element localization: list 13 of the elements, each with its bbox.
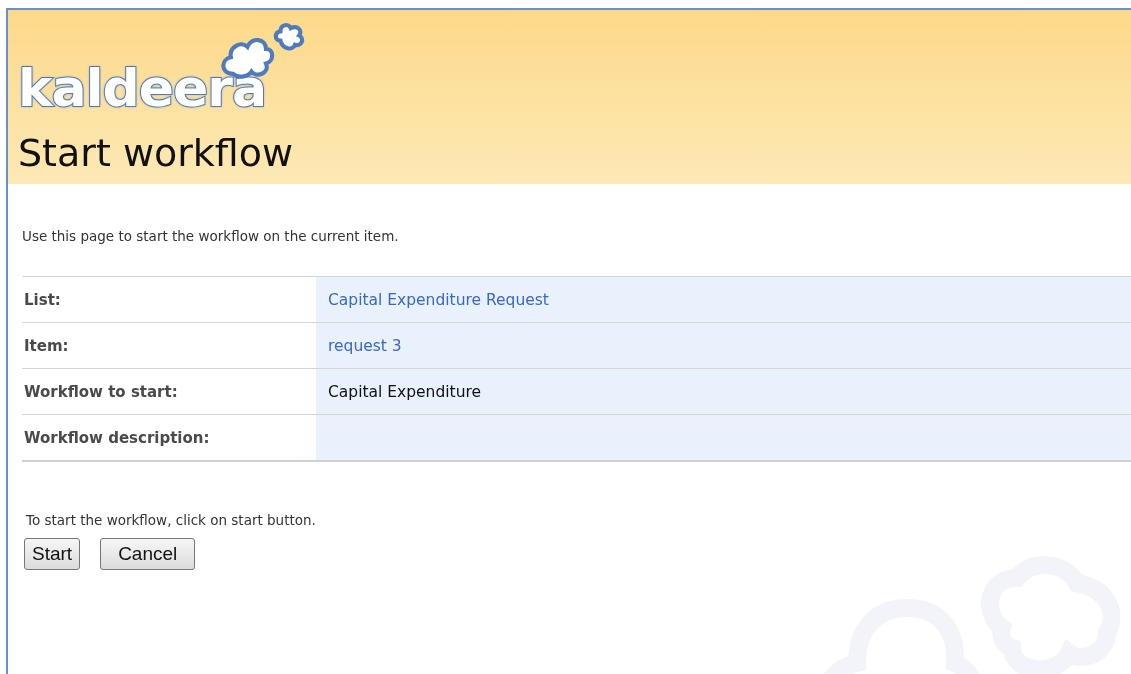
field-label: Workflow to start: [24, 382, 178, 401]
field-label: Workflow description: [24, 428, 210, 447]
cancel-button[interactable]: Cancel [100, 538, 196, 570]
field-link[interactable]: Capital Expenditure Request [328, 290, 549, 309]
field-value: Capital Expenditure [328, 382, 482, 401]
instruction-text: To start the workflow, click on start button. [26, 512, 317, 528]
field-label: Item: [24, 336, 69, 355]
intro-text: Use this page to start the workflow on the current item. [22, 228, 400, 244]
start-button[interactable]: Start [24, 538, 81, 570]
field-label: List: [24, 290, 61, 309]
logo-wordmark: kaldeera [18, 58, 266, 118]
field-link[interactable]: request 3 [328, 336, 402, 355]
page-title: Start workflow [18, 130, 295, 177]
